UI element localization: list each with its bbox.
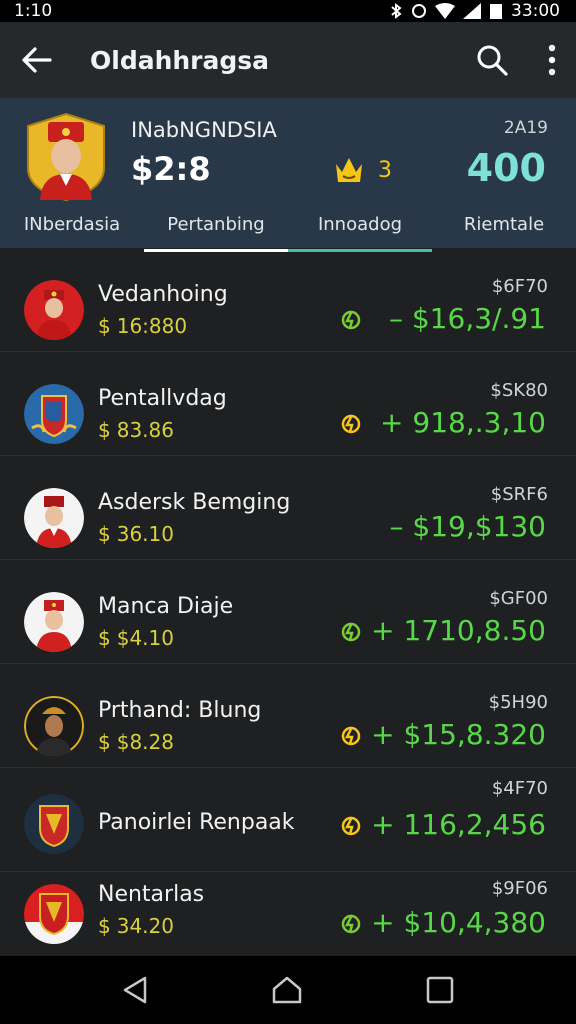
bolt-coin-icon [341, 414, 361, 434]
status-time: 1:10 [14, 1, 53, 21]
dollar-icon: $ [98, 914, 111, 938]
search-button[interactable] [476, 44, 508, 76]
avatar [24, 794, 84, 854]
dollar-icon: $ [98, 730, 111, 754]
avatar [24, 488, 84, 548]
avatar [24, 696, 84, 756]
row-sub: $ $4.10 [98, 626, 174, 650]
alarm-icon [412, 4, 426, 18]
nav-recents-button[interactable] [425, 975, 455, 1005]
bolt-coin-icon [341, 816, 361, 836]
profile-balance: $2:8 [131, 150, 211, 188]
nav-back-button[interactable] [121, 975, 149, 1005]
app-bar: Oldahhragsa [0, 22, 576, 98]
row-name: Asdersk Bemging [98, 490, 291, 515]
wifi-icon [435, 3, 455, 19]
row-big-value: + $15,8.320 [371, 718, 546, 751]
more-button[interactable] [548, 44, 556, 76]
dollar-icon: $ [98, 418, 111, 442]
list-item[interactable]: Manca Diaje $ $4.10 $GF00 + 1710,8.50 [0, 564, 576, 664]
list-item[interactable]: Prthand: Blung $ $8.28 $5H90 + $15,8.320 [0, 668, 576, 768]
dollar-icon: $ [98, 626, 111, 650]
tab-riemtale[interactable]: Riemtale [432, 208, 576, 252]
square-recents-icon [426, 976, 454, 1004]
triangle-back-icon [123, 976, 147, 1004]
bolt-coin-icon [341, 310, 361, 330]
list-item[interactable]: Pentallvdag $83.86 $SK80 + 918,.3,10 [0, 356, 576, 456]
bluetooth-icon [391, 3, 402, 19]
profile-avatar [27, 112, 105, 202]
home-icon [272, 976, 302, 1004]
row-small-value: $SK80 [490, 380, 548, 401]
profile-badge: 3 [334, 156, 392, 184]
row-name: Nentarlas [98, 882, 205, 907]
search-icon [477, 45, 508, 76]
avatar [24, 384, 84, 444]
status-clock: 33:00 [511, 1, 560, 21]
tab-pertanbing[interactable]: Pertanbing [144, 208, 288, 252]
dollar-icon: $ [98, 522, 111, 546]
tab-innoadog[interactable]: Innoadog [288, 208, 432, 252]
avatar [24, 280, 84, 340]
row-small-value: $4F70 [491, 778, 548, 799]
row-small-value: $9F06 [491, 878, 548, 899]
profile-badge-count: 3 [378, 157, 392, 183]
row-sub: $16:880 [98, 314, 188, 338]
row-name: Manca Diaje [98, 594, 234, 619]
avatar [24, 884, 84, 944]
row-big-value: + 918,.3,10 [380, 406, 546, 439]
list-item[interactable]: Vedanhoing $16:880 $6F70 – $16,3/.91 [0, 252, 576, 352]
status-icons: 33:00 [389, 1, 560, 21]
row-sub: $ $8.28 [98, 730, 174, 754]
row-small-value: $GF00 [489, 588, 548, 609]
signal-icon [463, 3, 481, 19]
row-small-value: $6F70 [491, 276, 548, 297]
profile-date: 2A19 [503, 118, 548, 138]
avatar [24, 592, 84, 652]
arrow-left-icon [22, 47, 52, 73]
profile-score: 400 [466, 146, 546, 190]
bolt-coin-icon [341, 914, 361, 934]
row-big-value: + $10,4,380 [371, 906, 546, 939]
row-big-value: – $16,3/.91 [388, 302, 546, 335]
dollar-icon: $ [98, 314, 111, 338]
tab-inberdasia[interactable]: INberdasia [0, 208, 144, 252]
tab-bar: INberdasia Pertanbing Innoadog Riemtale [0, 208, 576, 252]
status-bar: 1:10 33:00 [0, 0, 576, 22]
row-name: Pentallvdag [98, 386, 227, 411]
ranking-list: Vedanhoing $16:880 $6F70 – $16,3/.91 Pen… [0, 252, 576, 956]
profile-name: INabNGNDSIA [131, 118, 277, 142]
row-name: Panoirlei Renpaak [98, 810, 295, 835]
row-name: Vedanhoing [98, 282, 228, 307]
system-nav-bar [0, 956, 576, 1024]
row-big-value: – $19,$130 [389, 510, 546, 543]
row-big-value: + 116,2,456 [371, 808, 546, 841]
nav-home-button[interactable] [271, 975, 303, 1005]
row-small-value: $5H90 [488, 692, 548, 713]
battery-icon [490, 4, 502, 19]
row-small-value: $SRF6 [490, 484, 548, 505]
row-name: Prthand: Blung [98, 698, 262, 723]
more-vert-icon [548, 44, 556, 76]
list-item[interactable]: Panoirlei Renpaak $4F70 + 116,2,456 [0, 772, 576, 872]
row-big-value: + 1710,8.50 [371, 614, 546, 647]
row-sub: $36.10 [98, 522, 174, 546]
row-sub: $83.86 [98, 418, 174, 442]
bolt-coin-icon [341, 726, 361, 746]
list-item[interactable]: Asdersk Bemging $36.10 $SRF6 – $19,$130 [0, 460, 576, 560]
crown-icon [336, 158, 362, 182]
back-button[interactable] [20, 46, 52, 74]
row-sub: $34.20 [98, 914, 174, 938]
app-title: Oldahhragsa [90, 45, 270, 75]
bolt-coin-icon [341, 622, 361, 642]
